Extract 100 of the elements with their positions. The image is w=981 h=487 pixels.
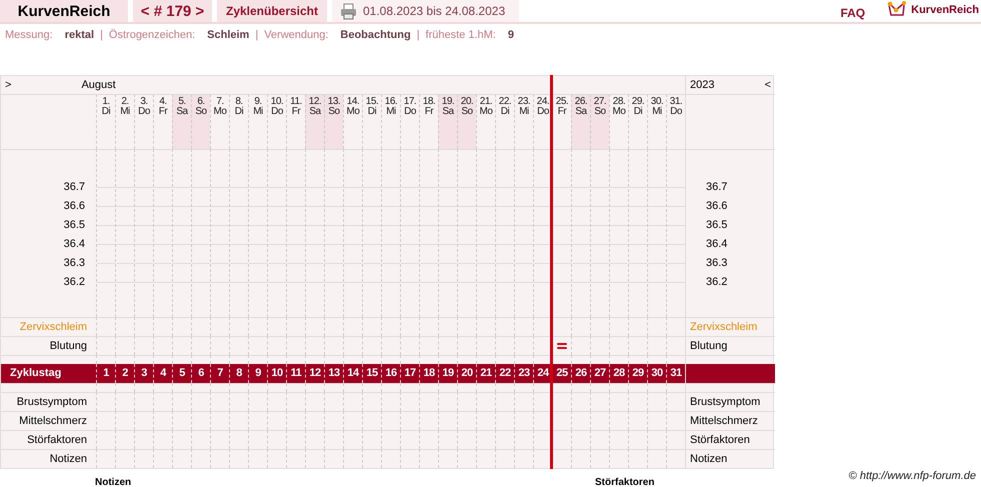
row-label: Zyklustag bbox=[1, 364, 96, 383]
logo-text: KurvenReich bbox=[911, 4, 979, 16]
chart-cell bbox=[324, 383, 343, 392]
chart-cell bbox=[438, 430, 457, 449]
day-header: 12. Sa bbox=[305, 94, 324, 149]
day-header: 28. Mo bbox=[609, 94, 628, 149]
copyright-text: © http://www.nfp-forum.de bbox=[848, 470, 976, 482]
temperature-label: 36.2 bbox=[64, 275, 85, 290]
chart-cell bbox=[248, 383, 267, 392]
chart-cell bbox=[457, 383, 476, 392]
chart-cell bbox=[210, 383, 229, 392]
temperature-label: 36.5 bbox=[706, 218, 728, 233]
chart-cell bbox=[134, 430, 153, 449]
day-header: 1. Di bbox=[96, 94, 115, 149]
chart-cell bbox=[229, 411, 248, 430]
app-title: KurvenReich bbox=[0, 0, 128, 22]
chart-cell bbox=[628, 317, 647, 336]
chart-cell bbox=[400, 317, 419, 336]
chart-cell bbox=[362, 317, 381, 336]
chart-cell bbox=[419, 430, 438, 449]
chart-cell bbox=[514, 392, 533, 411]
chart-cell bbox=[210, 317, 229, 336]
chart-cell bbox=[609, 411, 628, 430]
chart-cell bbox=[495, 430, 514, 449]
chart-cell bbox=[153, 392, 172, 411]
cycle-day-number: 2 bbox=[115, 364, 134, 383]
cycle-day-number: 16 bbox=[381, 364, 400, 383]
printer-icon[interactable] bbox=[340, 2, 357, 20]
cycle-day-number: 22 bbox=[495, 364, 514, 383]
day-header: 31. Do bbox=[666, 94, 685, 149]
chart-cell bbox=[286, 411, 305, 430]
chart-cell bbox=[172, 411, 191, 430]
chart-cell bbox=[476, 317, 495, 336]
chart-cell bbox=[476, 383, 495, 392]
chart-cell bbox=[362, 430, 381, 449]
chart-cell bbox=[628, 411, 647, 430]
cycle-day-number: 17 bbox=[400, 364, 419, 383]
chart-cell bbox=[628, 430, 647, 449]
chart-cell bbox=[628, 392, 647, 411]
cycle-day-number: 1 bbox=[96, 364, 115, 383]
cycle-overview-tab[interactable]: Zyklenübersicht bbox=[217, 0, 327, 22]
chart-cell bbox=[647, 317, 666, 336]
chart-cell bbox=[400, 411, 419, 430]
chart-cell bbox=[571, 383, 590, 392]
setting-label: früheste 1.hM: bbox=[426, 29, 496, 43]
chart-cell bbox=[419, 411, 438, 430]
chart-cell bbox=[172, 392, 191, 411]
chart-cell bbox=[438, 392, 457, 411]
chart-cell bbox=[343, 430, 362, 449]
day-header: 5. Sa bbox=[172, 94, 191, 149]
chart-cell bbox=[305, 383, 324, 392]
day-header: 21. Mo bbox=[476, 94, 495, 149]
day-header: 10. Do bbox=[267, 94, 286, 149]
day-header: 19. Sa bbox=[438, 94, 457, 149]
chart-cell bbox=[172, 430, 191, 449]
chart-cell bbox=[153, 411, 172, 430]
previous-button[interactable]: > bbox=[5, 79, 12, 91]
chart-cell bbox=[666, 392, 685, 411]
chart-cell bbox=[647, 392, 666, 411]
chart-cell bbox=[400, 430, 419, 449]
day-header: 7. Mo bbox=[210, 94, 229, 149]
day-header: 30. Mi bbox=[647, 94, 666, 149]
chart-cell bbox=[514, 383, 533, 392]
chart-cell bbox=[134, 411, 153, 430]
chart-cell bbox=[609, 392, 628, 411]
chart-cell bbox=[609, 317, 628, 336]
chart-cell bbox=[267, 383, 286, 392]
chart-cell bbox=[362, 383, 381, 392]
date-range: 01.08.2023 bis 24.08.2023 bbox=[363, 4, 506, 18]
cycle-day-number: 21 bbox=[476, 364, 495, 383]
setting-value: Beobachtung bbox=[340, 29, 411, 43]
chart-cell bbox=[134, 317, 153, 336]
day-header: 9. Mi bbox=[248, 94, 267, 149]
chart-cell bbox=[248, 317, 267, 336]
chart-cell bbox=[343, 392, 362, 411]
cycle-navigation[interactable]: < # 179 > bbox=[133, 0, 212, 22]
temperature-label: 36.4 bbox=[64, 237, 85, 252]
chart-cell bbox=[305, 392, 324, 411]
chart-cell bbox=[229, 383, 248, 392]
setting-label: Verwendung: bbox=[264, 29, 328, 43]
chart-cell bbox=[438, 317, 457, 336]
day-header: 17. Do bbox=[400, 94, 419, 149]
chart-cell bbox=[628, 383, 647, 392]
cycle-day-number: 26 bbox=[571, 364, 590, 383]
next-button[interactable]: < bbox=[764, 79, 771, 91]
chart-cell bbox=[419, 317, 438, 336]
setting-value: rektal bbox=[64, 29, 94, 43]
chart-cell bbox=[476, 430, 495, 449]
chart-cell bbox=[476, 392, 495, 411]
chart-cell bbox=[210, 430, 229, 449]
chart-cell bbox=[381, 383, 400, 392]
row-label: Störfaktoren bbox=[685, 430, 775, 449]
cycle-day-number: 10 bbox=[267, 364, 286, 383]
faq-link[interactable]: FAQ bbox=[840, 6, 866, 20]
chart-cell bbox=[495, 392, 514, 411]
chart-cell bbox=[400, 383, 419, 392]
temperature-label: 36.4 bbox=[706, 237, 728, 252]
setting-label: Östrogenzeichen: bbox=[108, 29, 196, 43]
cycle-day-number: 14 bbox=[343, 364, 362, 383]
chart-cell bbox=[381, 392, 400, 411]
